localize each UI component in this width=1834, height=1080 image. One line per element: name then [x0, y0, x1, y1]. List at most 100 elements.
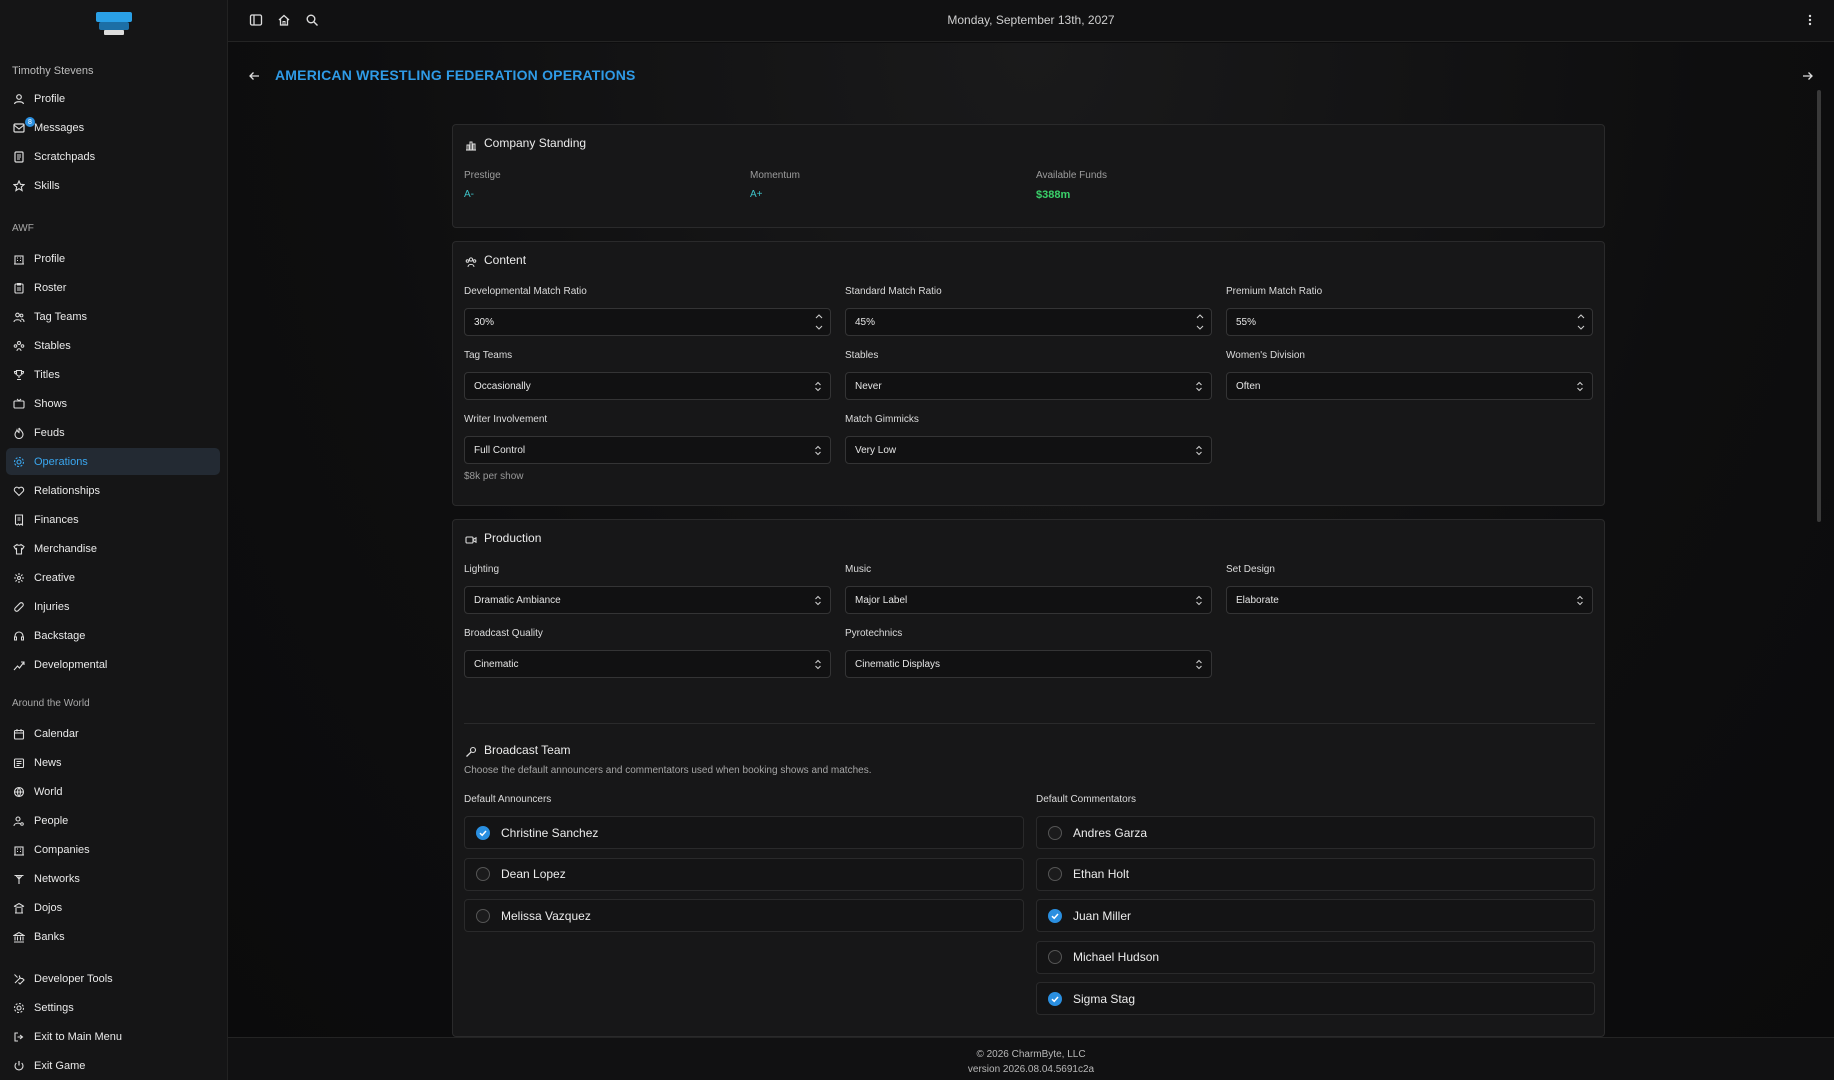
sidebar-item-finances[interactable]: Finances — [6, 506, 220, 533]
commentator-row[interactable]: Juan Miller — [1036, 899, 1595, 932]
sidebar-item-networks[interactable]: Networks — [6, 865, 220, 892]
stables-select[interactable]: Never — [845, 372, 1212, 400]
match-gimmicks-select[interactable]: Very Low — [845, 436, 1212, 464]
sidebar-item-world[interactable]: World — [6, 778, 220, 805]
sidebar-item-label: Creative — [34, 571, 75, 584]
sidebar-item-shows[interactable]: Shows — [6, 390, 220, 417]
sidebar-item-user-profile[interactable]: Profile — [6, 85, 220, 112]
announcer-name: Dean Lopez — [501, 867, 566, 881]
sidebar-item-companies[interactable]: Companies — [6, 836, 220, 863]
dev-ratio-input[interactable]: 30% — [464, 308, 831, 336]
sidebar-item-roster[interactable]: Roster — [6, 274, 220, 301]
sidebar-item-relationships[interactable]: Relationships — [6, 477, 220, 504]
sidebar-item-developmental[interactable]: Developmental — [6, 651, 220, 678]
game-logo[interactable] — [96, 10, 132, 38]
writer-involvement-select[interactable]: Full Control — [464, 436, 831, 464]
sidebar-item-developer-tools[interactable]: Developer Tools — [6, 965, 220, 992]
sidebar-item-messages[interactable]: 8 Messages — [6, 114, 220, 141]
receipt-icon — [13, 513, 25, 526]
music-select[interactable]: Major Label — [845, 586, 1212, 614]
sidebar-item-profile[interactable]: Profile — [6, 245, 220, 272]
gear-icon — [13, 1002, 25, 1014]
chevron-updown-icon — [1577, 381, 1583, 392]
prestige-value: A- — [464, 189, 474, 200]
commentator-row[interactable]: Sigma Stag — [1036, 982, 1595, 1015]
card-title: Content — [484, 253, 527, 267]
sidebar-item-skills[interactable]: Skills — [6, 172, 220, 199]
tag-teams-select[interactable]: Occasionally — [464, 372, 831, 400]
person-search-icon — [13, 815, 25, 827]
sidebar-item-settings[interactable]: Settings — [6, 994, 220, 1021]
sidebar-item-news[interactable]: News — [6, 749, 220, 776]
spinner-icon[interactable] — [1195, 311, 1205, 333]
shirt-icon — [13, 543, 25, 555]
sidebar-item-injuries[interactable]: Injuries — [6, 593, 220, 620]
forward-arrow-icon[interactable] — [1802, 69, 1814, 81]
announcer-row[interactable]: Melissa Vazquez — [464, 899, 1024, 932]
sidebar-item-stables[interactable]: Stables — [6, 332, 220, 359]
user-name: Timothy Stevens — [12, 65, 94, 77]
spinner-icon[interactable] — [1576, 311, 1586, 333]
commentator-row[interactable]: Michael Hudson — [1036, 940, 1595, 974]
back-arrow-icon[interactable] — [248, 69, 260, 81]
sidebar-item-titles[interactable]: Titles — [6, 361, 220, 388]
sidebar-item-dojos[interactable]: Dojos — [6, 894, 220, 921]
sidebar-item-scratchpads[interactable]: Scratchpads — [6, 143, 220, 170]
checkbox-checked[interactable] — [1048, 991, 1062, 1006]
checkbox-checked[interactable] — [476, 825, 490, 840]
globe-icon — [13, 786, 25, 798]
broadcast-quality-select[interactable]: Cinematic — [464, 650, 831, 678]
calendar-icon — [13, 728, 25, 740]
sidebar-item-people[interactable]: People — [6, 807, 220, 834]
content-card: Content Developmental Match Ratio 30% St… — [452, 241, 1605, 506]
spinner-icon[interactable] — [814, 311, 824, 333]
scrollbar[interactable] — [1817, 90, 1821, 522]
sidebar-item-label: Scratchpads — [34, 150, 96, 163]
sidebar-item-label: Messages — [34, 121, 85, 134]
exit-icon — [13, 1031, 25, 1043]
checkbox-checked[interactable] — [1048, 908, 1062, 923]
more-menu-icon[interactable] — [1803, 13, 1817, 27]
sidebar-item-exit-game[interactable]: Exit Game — [6, 1052, 220, 1079]
std-ratio-input[interactable]: 45% — [845, 308, 1212, 336]
announcer-row[interactable]: Christine Sanchez — [464, 816, 1024, 849]
checkbox-unchecked[interactable] — [1048, 825, 1062, 840]
prem-ratio-input[interactable]: 55% — [1226, 308, 1593, 336]
commentator-row[interactable]: Ethan Holt — [1036, 857, 1595, 891]
sidebar-item-label: Developmental — [34, 658, 108, 671]
std-ratio-label: Standard Match Ratio — [845, 286, 942, 297]
sidebar-item-creative[interactable]: Creative — [6, 564, 220, 591]
chevron-updown-icon — [815, 445, 821, 456]
sidebar-item-label: People — [34, 814, 69, 827]
sidebar-item-feuds[interactable]: Feuds — [6, 419, 220, 446]
sidebar-item-tag-teams[interactable]: Tag Teams — [6, 303, 220, 330]
momentum-value: A+ — [750, 189, 763, 200]
lighting-select[interactable]: Dramatic Ambiance — [464, 586, 831, 614]
set-design-select[interactable]: Elaborate — [1226, 586, 1593, 614]
sidebar-item-backstage[interactable]: Backstage — [6, 622, 220, 649]
commentator-name: Michael Hudson — [1073, 950, 1160, 964]
funds-value: $388m — [1036, 189, 1071, 201]
womens-division-select[interactable]: Often — [1226, 372, 1593, 400]
sidebar-item-label: Calendar — [34, 727, 79, 740]
sidebar-item-banks[interactable]: Banks — [6, 923, 220, 950]
sidebar-item-label: Stables — [34, 339, 71, 352]
checkbox-unchecked[interactable] — [1048, 867, 1062, 881]
chevron-updown-icon — [1196, 595, 1202, 606]
sidebar-item-operations[interactable]: Operations — [6, 448, 220, 475]
sidebar-item-calendar[interactable]: Calendar — [6, 720, 220, 747]
commentator-row[interactable]: Andres Garza — [1036, 816, 1595, 849]
checkbox-unchecked[interactable] — [1048, 950, 1062, 964]
sidebar-item-merchandise[interactable]: Merchandise — [6, 535, 220, 562]
checkbox-unchecked[interactable] — [476, 867, 490, 881]
sidebar-item-label: Developer Tools — [34, 972, 113, 985]
building-icon — [13, 844, 25, 856]
sidebar-item-label: Profile — [34, 252, 66, 265]
user-icon — [13, 93, 25, 105]
momentum-label: Momentum — [750, 170, 801, 181]
sidebar-item-exit-to-main-menu[interactable]: Exit to Main Menu — [6, 1023, 220, 1050]
checkbox-unchecked[interactable] — [476, 908, 490, 923]
heart-icon — [13, 485, 25, 497]
announcer-row[interactable]: Dean Lopez — [464, 857, 1024, 891]
pyrotechnics-select[interactable]: Cinematic Displays — [845, 650, 1212, 678]
